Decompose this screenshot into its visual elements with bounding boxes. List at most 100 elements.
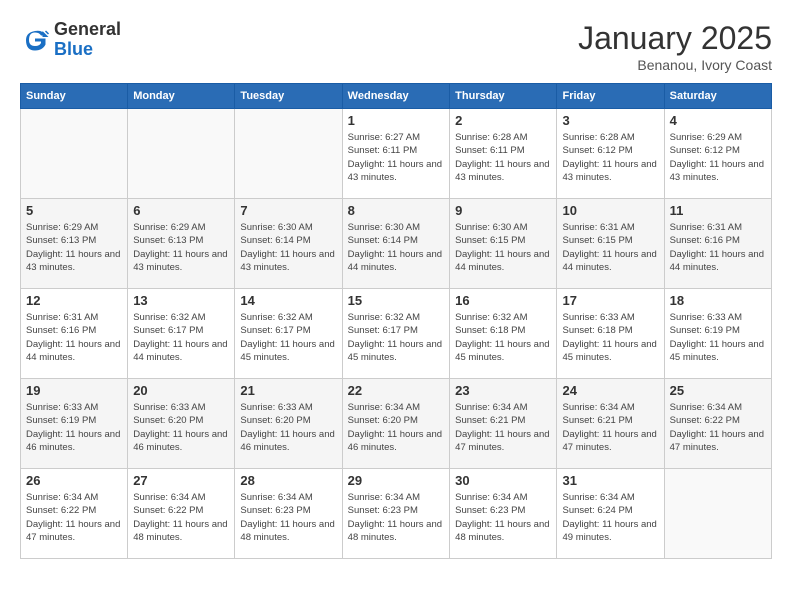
calendar-cell: 5 Sunrise: 6:29 AMSunset: 6:13 PMDaylight… (21, 199, 128, 289)
calendar-cell: 20 Sunrise: 6:33 AMSunset: 6:20 PMDayligh… (128, 379, 235, 469)
calendar-cell: 22 Sunrise: 6:34 AMSunset: 6:20 PMDayligh… (342, 379, 449, 469)
day-info: Sunrise: 6:33 AMSunset: 6:19 PMDaylight:… (670, 311, 766, 364)
day-number: 9 (455, 203, 551, 218)
logo: General Blue (20, 20, 121, 60)
day-info: Sunrise: 6:34 AMSunset: 6:22 PMDaylight:… (133, 491, 229, 544)
weekday-header-sunday: Sunday (21, 84, 128, 109)
calendar-week-1: 1 Sunrise: 6:27 AMSunset: 6:11 PMDaylight… (21, 109, 772, 199)
location-subtitle: Benanou, Ivory Coast (578, 57, 772, 73)
day-number: 28 (240, 473, 336, 488)
calendar-cell: 12 Sunrise: 6:31 AMSunset: 6:16 PMDayligh… (21, 289, 128, 379)
calendar-table: SundayMondayTuesdayWednesdayThursdayFrid… (20, 83, 772, 559)
calendar-week-5: 26Sunrise: 6:34 AMSunset: 6:22 PMDayligh… (21, 469, 772, 559)
day-number: 21 (240, 383, 336, 398)
day-number: 3 (562, 113, 658, 128)
calendar-cell: 27 Sunrise: 6:34 AMSunset: 6:22 PMDayligh… (128, 469, 235, 559)
day-number: 2 (455, 113, 551, 128)
weekday-header-thursday: Thursday (450, 84, 557, 109)
weekday-header-tuesday: Tuesday (235, 84, 342, 109)
day-number: 22 (348, 383, 444, 398)
day-number: 1 (348, 113, 444, 128)
day-info: Sunrise: 6:32 AMSunset: 6:18 PMDaylight:… (455, 311, 551, 364)
day-info: Sunrise: 6:29 AMSunset: 6:13 PMDaylight:… (26, 221, 122, 274)
title-section: January 2025 Benanou, Ivory Coast (578, 20, 772, 73)
calendar-cell: 30Sunrise: 6:34 AMSunset: 6:23 PMDayligh… (450, 469, 557, 559)
day-number: 20 (133, 383, 229, 398)
weekday-header-wednesday: Wednesday (342, 84, 449, 109)
calendar-cell: 19 Sunrise: 6:33 AMSunset: 6:19 PMDayligh… (21, 379, 128, 469)
calendar-cell: 3 Sunrise: 6:28 AMSunset: 6:12 PMDaylight… (557, 109, 664, 199)
calendar-cell: 4 Sunrise: 6:29 AMSunset: 6:12 PMDaylight… (664, 109, 771, 199)
day-info: Sunrise: 6:28 AMSunset: 6:11 PMDaylight:… (455, 131, 551, 184)
day-number: 29 (348, 473, 444, 488)
day-info: Sunrise: 6:31 AMSunset: 6:16 PMDaylight:… (26, 311, 122, 364)
calendar-cell: 23 Sunrise: 6:34 AMSunset: 6:21 PMDayligh… (450, 379, 557, 469)
day-number: 24 (562, 383, 658, 398)
calendar-cell: 9Sunrise: 6:30 AMSunset: 6:15 PMDaylight… (450, 199, 557, 289)
day-info: Sunrise: 6:33 AMSunset: 6:18 PMDaylight:… (562, 311, 658, 364)
day-number: 25 (670, 383, 766, 398)
calendar-cell: 15Sunrise: 6:32 AMSunset: 6:17 PMDayligh… (342, 289, 449, 379)
calendar-cell: 31Sunrise: 6:34 AMSunset: 6:24 PMDayligh… (557, 469, 664, 559)
day-info: Sunrise: 6:34 AMSunset: 6:23 PMDaylight:… (455, 491, 551, 544)
day-number: 4 (670, 113, 766, 128)
day-info: Sunrise: 6:31 AMSunset: 6:15 PMDaylight:… (562, 221, 658, 274)
day-number: 7 (240, 203, 336, 218)
calendar-week-4: 19 Sunrise: 6:33 AMSunset: 6:19 PMDayligh… (21, 379, 772, 469)
day-info: Sunrise: 6:30 AMSunset: 6:14 PMDaylight:… (240, 221, 336, 274)
calendar-cell: 24 Sunrise: 6:34 AMSunset: 6:21 PMDayligh… (557, 379, 664, 469)
day-number: 19 (26, 383, 122, 398)
day-number: 6 (133, 203, 229, 218)
calendar-cell: 11Sunrise: 6:31 AMSunset: 6:16 PMDayligh… (664, 199, 771, 289)
calendar-week-2: 5 Sunrise: 6:29 AMSunset: 6:13 PMDaylight… (21, 199, 772, 289)
logo-general: General (54, 19, 121, 39)
day-number: 31 (562, 473, 658, 488)
logo-text: General Blue (54, 20, 121, 60)
month-title: January 2025 (578, 20, 772, 57)
calendar-cell: 14 Sunrise: 6:32 AMSunset: 6:17 PMDayligh… (235, 289, 342, 379)
day-info: Sunrise: 6:33 AMSunset: 6:20 PMDaylight:… (133, 401, 229, 454)
weekday-header-friday: Friday (557, 84, 664, 109)
day-info: Sunrise: 6:28 AMSunset: 6:12 PMDaylight:… (562, 131, 658, 184)
calendar-cell: 1 Sunrise: 6:27 AMSunset: 6:11 PMDaylight… (342, 109, 449, 199)
day-info: Sunrise: 6:34 AMSunset: 6:23 PMDaylight:… (240, 491, 336, 544)
calendar-cell (21, 109, 128, 199)
day-info: Sunrise: 6:33 AMSunset: 6:20 PMDaylight:… (240, 401, 336, 454)
day-info: Sunrise: 6:29 AMSunset: 6:13 PMDaylight:… (133, 221, 229, 274)
day-info: Sunrise: 6:27 AMSunset: 6:11 PMDaylight:… (348, 131, 444, 184)
logo-blue: Blue (54, 39, 93, 59)
day-number: 12 (26, 293, 122, 308)
day-number: 15 (348, 293, 444, 308)
day-info: Sunrise: 6:33 AMSunset: 6:19 PMDaylight:… (26, 401, 122, 454)
calendar-cell: 17 Sunrise: 6:33 AMSunset: 6:18 PMDayligh… (557, 289, 664, 379)
calendar-cell: 21 Sunrise: 6:33 AMSunset: 6:20 PMDayligh… (235, 379, 342, 469)
day-info: Sunrise: 6:29 AMSunset: 6:12 PMDaylight:… (670, 131, 766, 184)
day-info: Sunrise: 6:34 AMSunset: 6:22 PMDaylight:… (26, 491, 122, 544)
calendar-cell (664, 469, 771, 559)
page-header: General Blue January 2025 Benanou, Ivory… (20, 20, 772, 73)
day-number: 5 (26, 203, 122, 218)
day-number: 14 (240, 293, 336, 308)
day-number: 18 (670, 293, 766, 308)
day-number: 17 (562, 293, 658, 308)
day-info: Sunrise: 6:34 AMSunset: 6:21 PMDaylight:… (562, 401, 658, 454)
day-number: 11 (670, 203, 766, 218)
day-info: Sunrise: 6:32 AMSunset: 6:17 PMDaylight:… (240, 311, 336, 364)
calendar-cell: 8Sunrise: 6:30 AMSunset: 6:14 PMDaylight… (342, 199, 449, 289)
day-info: Sunrise: 6:30 AMSunset: 6:14 PMDaylight:… (348, 221, 444, 274)
day-info: Sunrise: 6:34 AMSunset: 6:20 PMDaylight:… (348, 401, 444, 454)
day-info: Sunrise: 6:32 AMSunset: 6:17 PMDaylight:… (133, 311, 229, 364)
day-info: Sunrise: 6:34 AMSunset: 6:21 PMDaylight:… (455, 401, 551, 454)
day-number: 27 (133, 473, 229, 488)
calendar-cell: 29 Sunrise: 6:34 AMSunset: 6:23 PMDayligh… (342, 469, 449, 559)
calendar-cell: 2 Sunrise: 6:28 AMSunset: 6:11 PMDaylight… (450, 109, 557, 199)
weekday-header-saturday: Saturday (664, 84, 771, 109)
calendar-cell: 28 Sunrise: 6:34 AMSunset: 6:23 PMDayligh… (235, 469, 342, 559)
calendar-cell: 25Sunrise: 6:34 AMSunset: 6:22 PMDayligh… (664, 379, 771, 469)
weekday-header-monday: Monday (128, 84, 235, 109)
calendar-cell: 26Sunrise: 6:34 AMSunset: 6:22 PMDayligh… (21, 469, 128, 559)
day-info: Sunrise: 6:34 AMSunset: 6:23 PMDaylight:… (348, 491, 444, 544)
calendar-cell (235, 109, 342, 199)
day-number: 23 (455, 383, 551, 398)
calendar-cell: 18 Sunrise: 6:33 AMSunset: 6:19 PMDayligh… (664, 289, 771, 379)
